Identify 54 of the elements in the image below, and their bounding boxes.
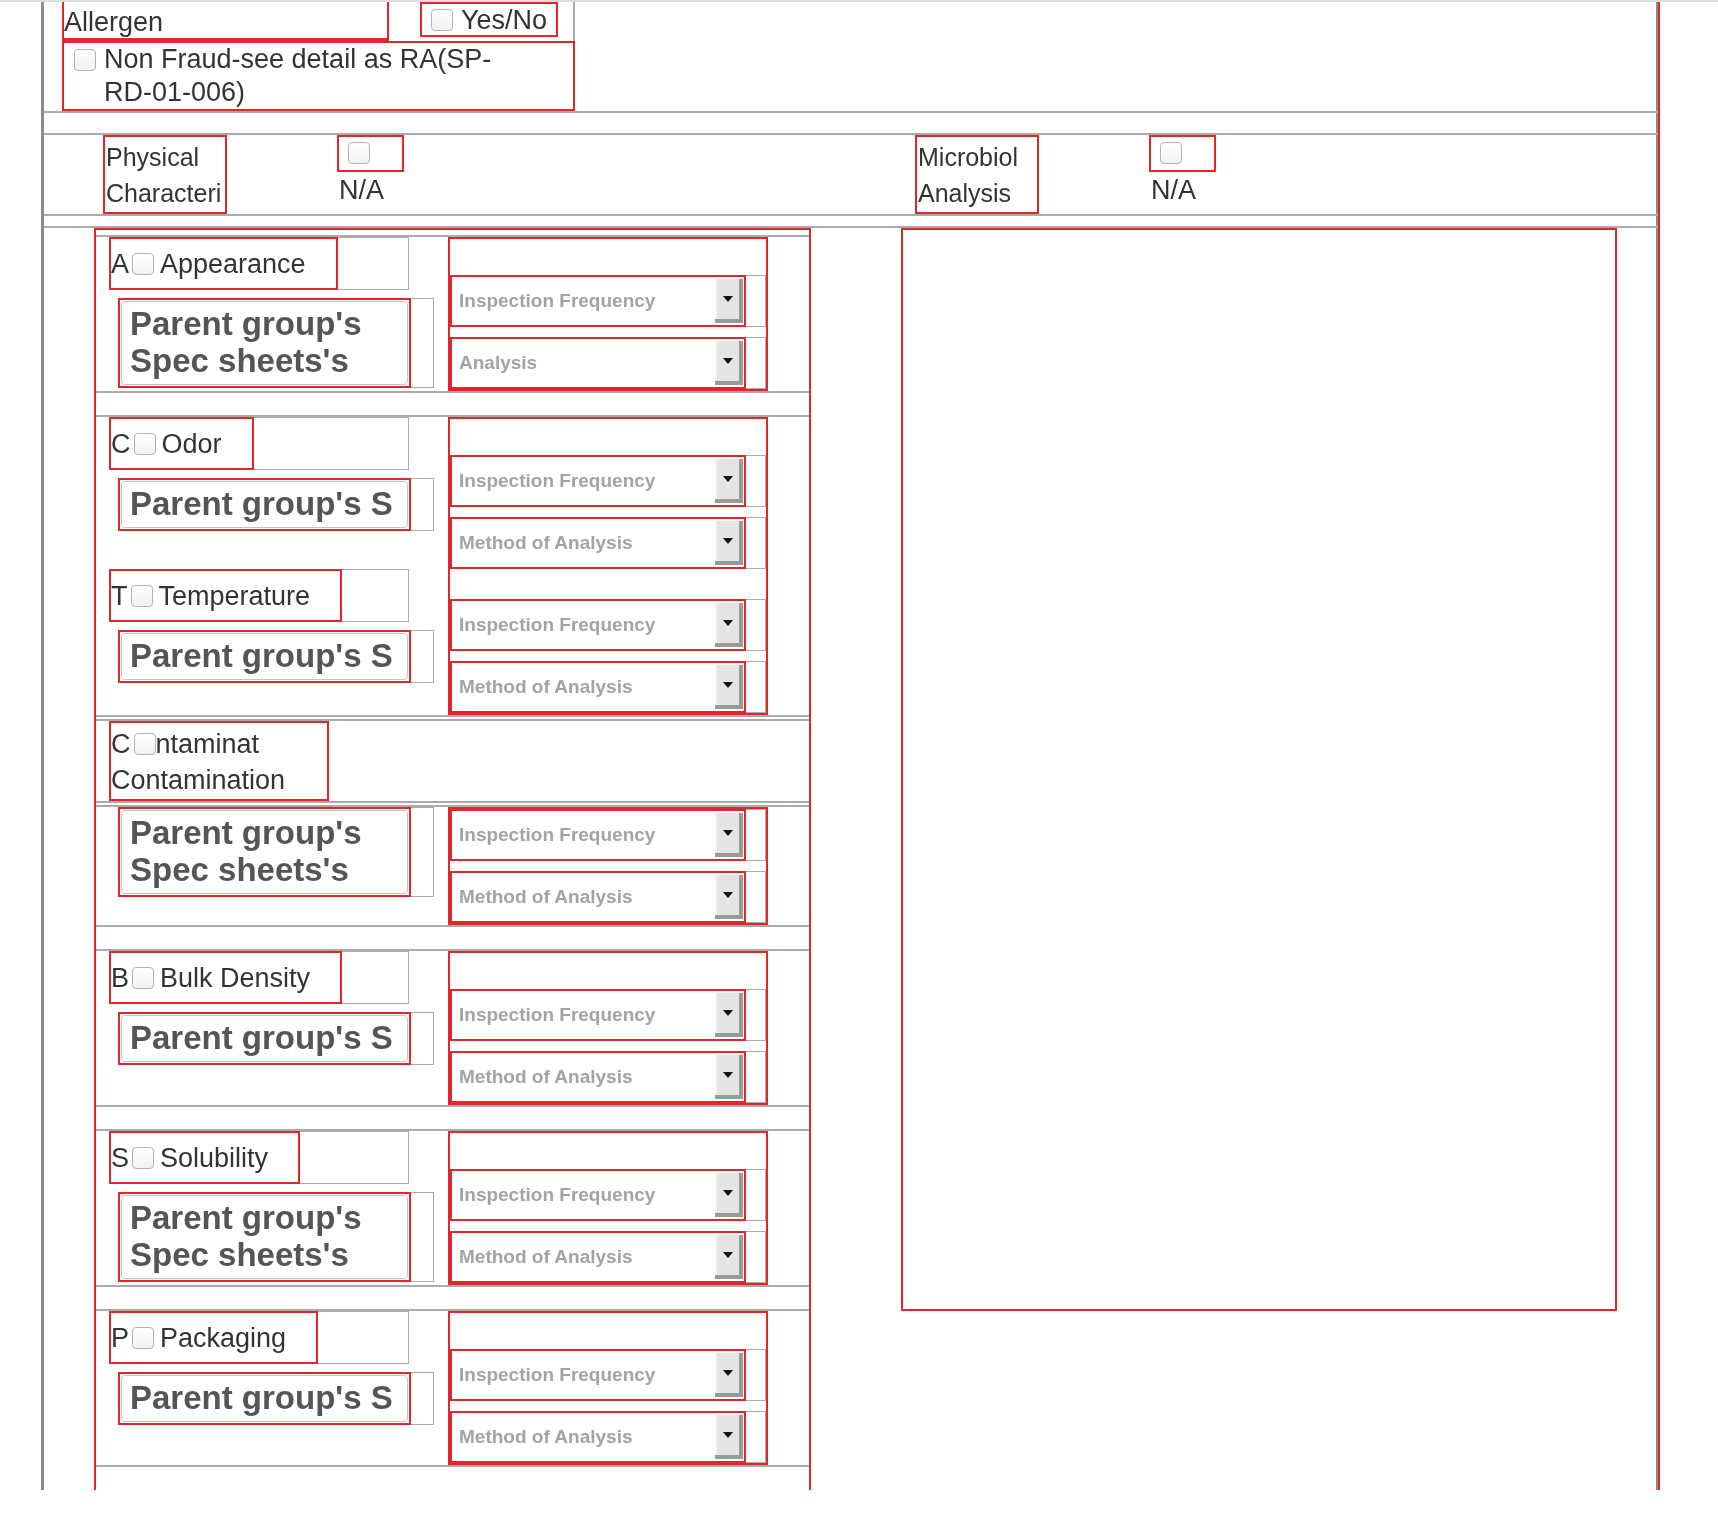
label-fragment: B (111, 961, 129, 994)
section-title: Physical Characteri (103, 135, 227, 214)
label-fragment: T (111, 579, 128, 612)
spec-text-field[interactable]: Parent group's S (118, 1012, 411, 1065)
na-label: N/A (1151, 175, 1196, 205)
dropdown-select[interactable]: Method of Analysis (450, 661, 746, 713)
checkbox[interactable] (348, 142, 370, 164)
label-fragment: A (111, 247, 129, 280)
field-label: Allergen (62, 2, 389, 41)
checkbox-label: Solubility (160, 1141, 269, 1174)
label-fragment: S (111, 1141, 129, 1174)
dropdown-select[interactable]: Inspection Frequency (450, 599, 746, 651)
label-fragment: C (111, 427, 131, 460)
dropdown-select[interactable]: Inspection Frequency (450, 455, 746, 507)
spec-text-field[interactable]: Parent group's S (118, 1372, 411, 1425)
label-fragment: P (111, 1321, 129, 1354)
spec-text-field[interactable]: Parent group's S (118, 478, 411, 531)
checkbox[interactable] (74, 49, 96, 71)
checkbox[interactable] (132, 1146, 154, 1169)
dropdown-select[interactable]: Inspection Frequency (450, 989, 746, 1041)
na-label: N/A (339, 175, 384, 205)
spec-text-field[interactable]: Parent group's Spec sheets's (118, 807, 411, 897)
checkbox[interactable] (133, 432, 156, 455)
checkbox[interactable] (1160, 142, 1182, 164)
checkbox-label: Packaging (160, 1321, 287, 1354)
label-fragment: ntaminat (155, 728, 260, 760)
dropdown-select[interactable]: Inspection Frequency (450, 1169, 746, 1221)
checkbox[interactable] (431, 8, 453, 31)
dropdown-select[interactable]: Inspection Frequency (450, 275, 746, 327)
checkbox[interactable] (132, 966, 154, 989)
checkbox-label: Bulk Density (160, 961, 311, 994)
option-label: Non Fraud-see detail as RA(SP-RD-01-006) (104, 43, 493, 109)
checkbox[interactable] (133, 733, 156, 755)
dropdown-select[interactable]: Method of Analysis (450, 871, 746, 923)
dropdown-select[interactable]: Method of Analysis (450, 1231, 746, 1283)
checkbox[interactable] (132, 252, 154, 275)
checkbox[interactable] (130, 584, 153, 607)
checkbox-label: Temperature (158, 579, 311, 612)
spec-text-field[interactable]: Parent group's Spec sheets's (118, 1192, 411, 1282)
dropdown-select[interactable]: Method of Analysis (450, 1411, 746, 1463)
spec-text-field[interactable]: Parent group's Spec sheets's (118, 298, 411, 388)
dropdown-select[interactable]: Analysis (450, 337, 746, 389)
checkbox-label: Appearance (160, 247, 306, 280)
section-title: Microbiol Analysis (915, 135, 1039, 214)
checkbox-label: Odor (161, 427, 222, 460)
checkbox[interactable] (132, 1326, 154, 1349)
dropdown-select[interactable]: Inspection Frequency (450, 809, 746, 861)
spec-text-field[interactable]: Parent group's S (118, 630, 411, 683)
option-label: Yes/No (461, 4, 548, 35)
dropdown-select[interactable]: Inspection Frequency (450, 1349, 746, 1401)
dropdown-select[interactable]: Method of Analysis (450, 517, 746, 569)
label-fragment: C (111, 728, 131, 760)
dropdown-select[interactable]: Method of Analysis (450, 1051, 746, 1103)
checkbox-label: Contamination (111, 764, 286, 796)
